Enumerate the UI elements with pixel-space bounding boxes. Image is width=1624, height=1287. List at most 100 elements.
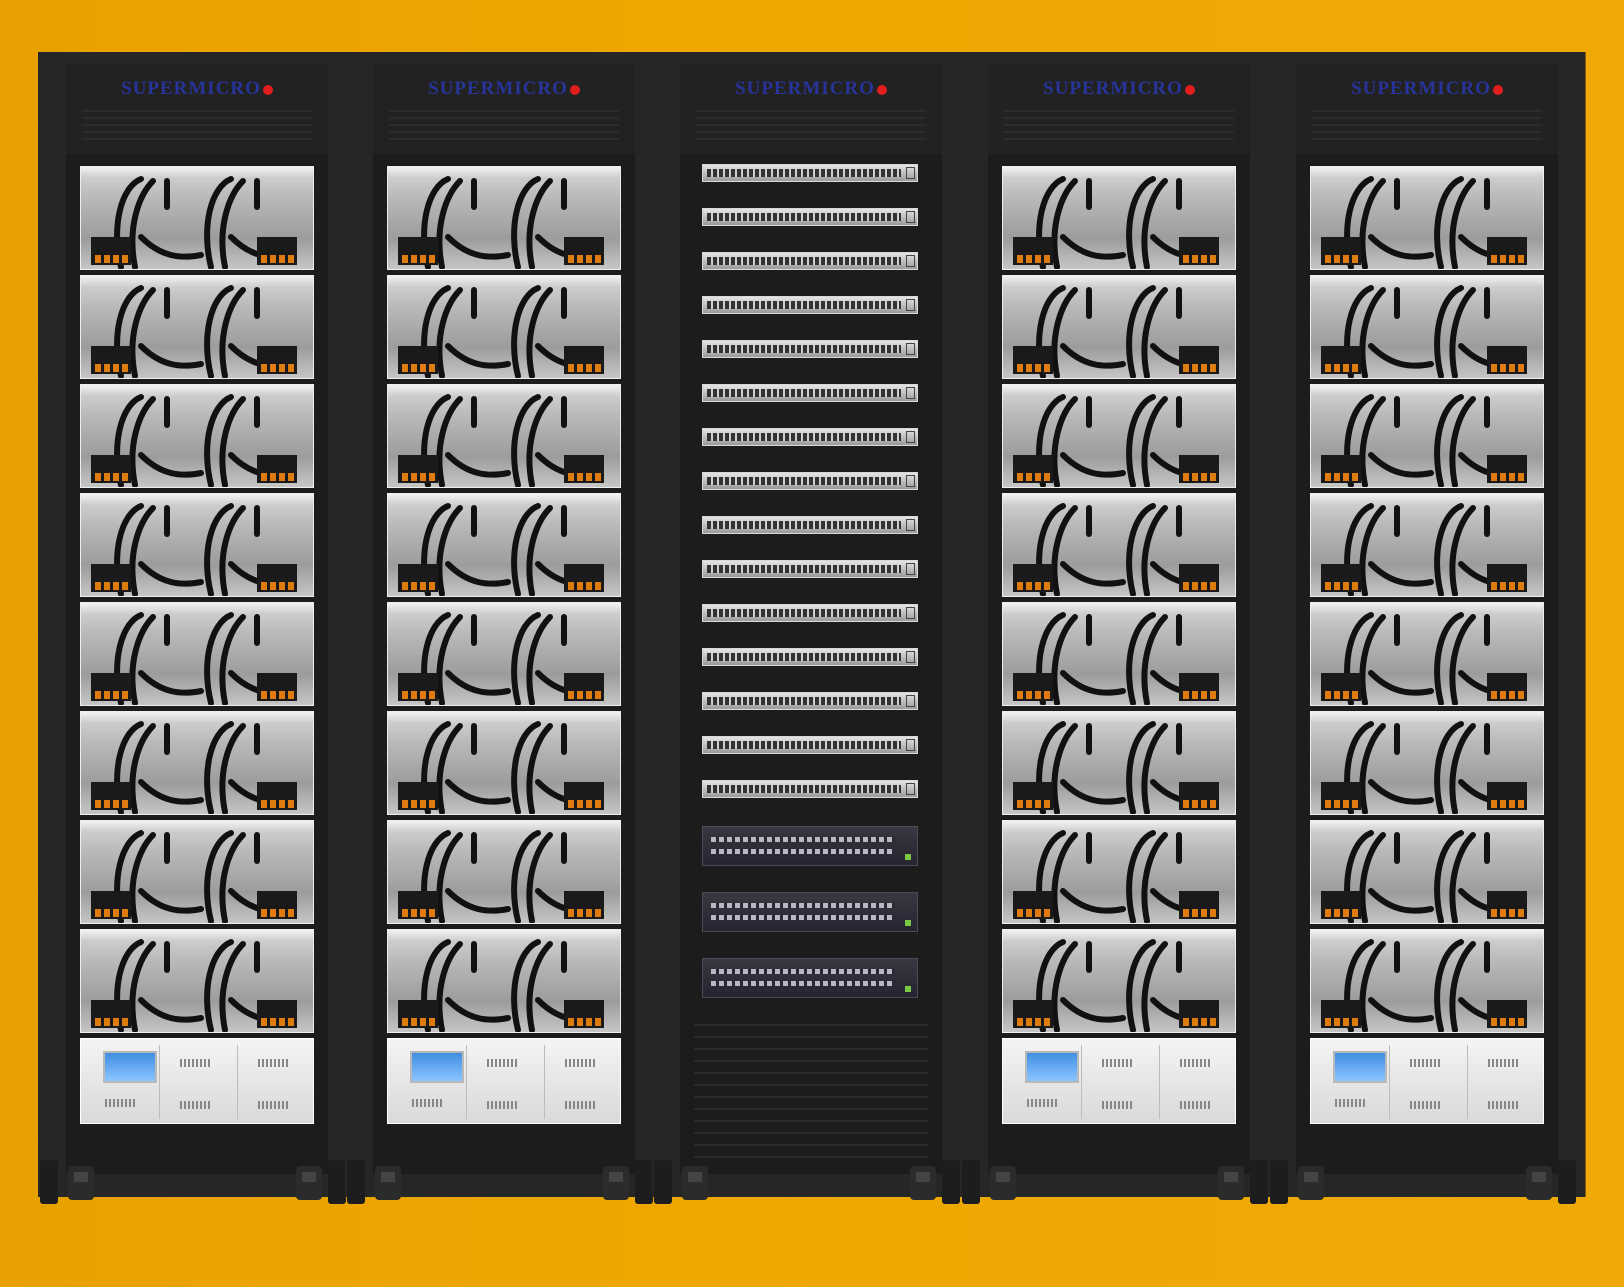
blank-panel	[694, 1084, 928, 1086]
battery-module	[237, 1045, 308, 1119]
vent-grille	[1180, 1101, 1210, 1109]
rack-frame: SUPERMICRO	[1268, 52, 1586, 1197]
leveling-foot	[1558, 1160, 1576, 1204]
leveling-foot	[328, 1160, 346, 1204]
port-row	[707, 257, 901, 265]
vent-slot	[389, 110, 619, 112]
server-unit	[387, 929, 621, 1033]
caster-wheel	[1526, 1166, 1552, 1200]
vent-slot	[82, 124, 312, 126]
vent-grille	[180, 1101, 210, 1109]
caster-wheel	[296, 1166, 322, 1200]
port-row	[707, 565, 901, 573]
logo-text: SUPERMICRO	[735, 78, 875, 99]
rack-4-server: SUPERMICRO	[960, 52, 1278, 1204]
rack-interior: SUPERMICRO	[373, 64, 635, 1174]
supermicro-logo: SUPERMICRO	[66, 78, 328, 100]
server-unit	[1002, 384, 1236, 488]
leveling-foot	[962, 1160, 980, 1204]
vent-slot	[1004, 131, 1234, 133]
vent-grille	[1410, 1101, 1440, 1109]
vent-grille	[565, 1059, 595, 1067]
logo-text: SUPERMICRO	[1351, 78, 1491, 99]
vent-slot	[389, 138, 619, 140]
server-unit	[80, 711, 314, 815]
port-row	[707, 741, 901, 749]
server-unit	[1002, 711, 1236, 815]
server-unit	[1310, 275, 1544, 379]
rack-ear	[906, 651, 915, 663]
leveling-foot	[942, 1160, 960, 1204]
rack-frame: SUPERMICRO	[652, 52, 970, 1197]
leveling-foot	[654, 1160, 672, 1204]
caster-wheel	[990, 1166, 1016, 1200]
network-switch	[702, 428, 918, 446]
supermicro-logo: SUPERMICRO	[988, 78, 1250, 100]
core-switch	[702, 892, 918, 932]
network-switch	[702, 736, 918, 754]
server-unit	[1002, 166, 1236, 270]
vent-grille	[1102, 1059, 1132, 1067]
blank-panel	[694, 1156, 928, 1158]
rack-interior: SUPERMICRO	[1296, 64, 1558, 1174]
port-row	[707, 389, 901, 397]
server-unit	[1310, 493, 1544, 597]
leveling-foot	[347, 1160, 365, 1204]
port-row	[711, 969, 895, 974]
vent-slot	[82, 110, 312, 112]
blank-panel	[694, 1048, 928, 1050]
rack-5-server: SUPERMICRO	[1268, 52, 1586, 1204]
port-row	[707, 433, 901, 441]
vent-grille	[487, 1101, 517, 1109]
vent-grille	[105, 1099, 135, 1107]
network-switch	[702, 472, 918, 490]
network-switch	[702, 164, 918, 182]
rack-3-network: SUPERMICRO	[652, 52, 970, 1204]
port-row	[711, 849, 895, 854]
rack-ear	[906, 211, 915, 223]
ups-display	[103, 1051, 157, 1083]
rack-ear	[906, 343, 915, 355]
logo-dot-icon	[262, 84, 273, 95]
supermicro-logo: SUPERMICRO	[373, 78, 635, 100]
leveling-foot	[1270, 1160, 1288, 1204]
server-unit	[80, 493, 314, 597]
blank-panel	[694, 1144, 928, 1146]
battery-module	[159, 1045, 230, 1119]
logo-panel: SUPERMICRO	[988, 64, 1250, 154]
vent-slot	[389, 131, 619, 133]
status-led-icon	[905, 986, 911, 992]
network-switch	[702, 296, 918, 314]
battery-module	[1389, 1045, 1460, 1119]
vent-slot	[696, 131, 926, 133]
logo-text: SUPERMICRO	[428, 78, 568, 99]
vent-grille	[412, 1099, 442, 1107]
rack-ear	[906, 431, 915, 443]
rack-ear	[906, 563, 915, 575]
logo-panel: SUPERMICRO	[66, 64, 328, 154]
vent-slot	[1004, 124, 1234, 126]
network-switch	[702, 516, 918, 534]
logo-dot-icon	[876, 84, 887, 95]
battery-module	[1081, 1045, 1152, 1119]
server-unit	[1310, 384, 1544, 488]
server-unit	[80, 384, 314, 488]
vent-grille	[1102, 1101, 1132, 1109]
logo-text: SUPERMICRO	[121, 78, 261, 99]
vent-slot	[389, 124, 619, 126]
rack-ear	[906, 783, 915, 795]
vent-grille	[258, 1101, 288, 1109]
rack-ear	[906, 519, 915, 531]
server-unit	[1002, 493, 1236, 597]
rack-ear	[906, 607, 915, 619]
server-unit	[387, 384, 621, 488]
logo-panel: SUPERMICRO	[1296, 64, 1558, 154]
rack-frame: SUPERMICRO	[345, 52, 663, 1197]
supermicro-logo: SUPERMICRO	[1296, 78, 1558, 100]
network-switch	[702, 780, 918, 798]
rack-ear	[906, 299, 915, 311]
server-unit	[387, 166, 621, 270]
rack-scene: SUPERMICRO SUPERMICRO SUPERMICRO SUPERMICRO…	[0, 0, 1624, 1287]
rack-interior: SUPERMICRO	[66, 64, 328, 1174]
server-unit	[1002, 275, 1236, 379]
